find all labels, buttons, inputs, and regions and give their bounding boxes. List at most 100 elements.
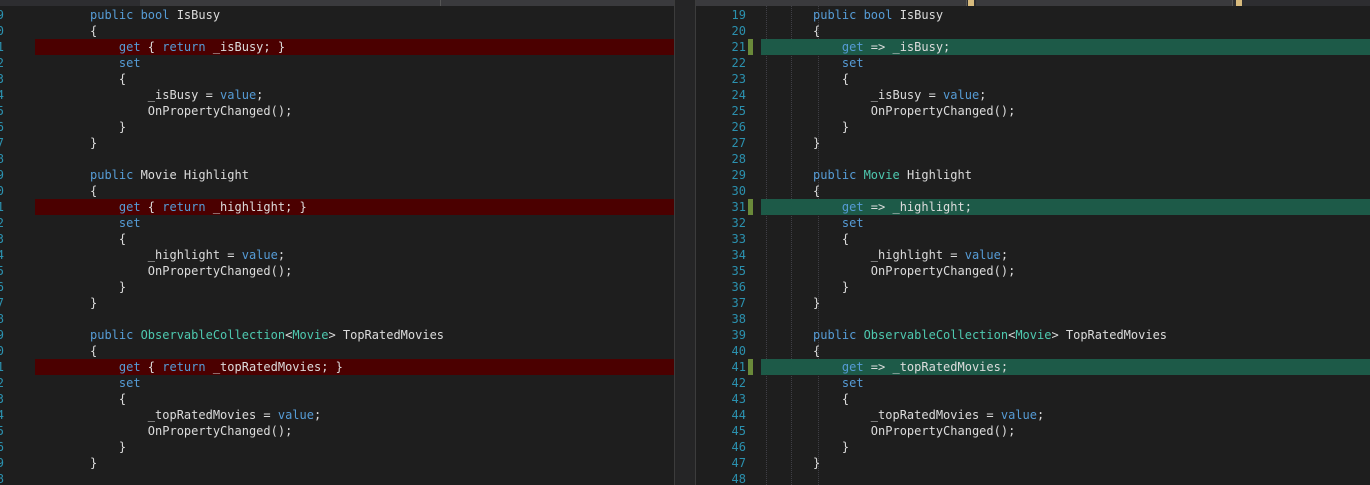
line-number: 40 [731,344,746,358]
code-line[interactable]: 7} [0,135,674,151]
code-line[interactable]: 0{ [0,183,674,199]
code-line[interactable]: 23 { [696,71,1370,87]
code-line[interactable]: 31 get => _highlight; [696,199,1370,215]
code-line[interactable]: 27} [696,135,1370,151]
code-line[interactable]: 1 get { return _topRatedMovies; } [0,359,674,375]
code-line[interactable]: 2 set [0,55,674,71]
code-line[interactable]: 3 { [0,231,674,247]
line-number: 9 [0,8,4,22]
code-text: public ObservableCollection<Movie> TopRa… [90,327,444,343]
code-token: _highlight = [813,248,965,262]
code-line[interactable]: 9} [0,455,674,471]
code-line[interactable]: 21 get => _isBusy; [696,39,1370,55]
code-line[interactable]: 5 OnPropertyChanged(); [0,423,674,439]
code-line[interactable]: 4 _topRatedMovies = value; [0,407,674,423]
code-line[interactable]: 24 _isBusy = value; [696,87,1370,103]
code-line[interactable]: 39 public ObservableCollection<Movie> Top… [696,327,1370,343]
code-line[interactable]: 33 { [696,231,1370,247]
code-line[interactable]: 42 set [696,375,1370,391]
code-line[interactable]: 0{ [0,343,674,359]
code-line[interactable]: 20 { [696,23,1370,39]
code-line[interactable]: 41 get => _topRatedMovies; [696,359,1370,375]
code-line[interactable]: 7} [0,295,674,311]
code-line[interactable]: 46 } [696,439,1370,455]
line-number: 0 [0,24,4,38]
code-token: OnPropertyChanged(); [90,104,293,118]
code-text: _topRatedMovies = value; [90,407,321,423]
code-line[interactable]: 25 OnPropertyChanged(); [696,103,1370,119]
code-text: public ObservableCollection<Movie> TopRa… [813,327,1167,343]
line-number: 48 [731,472,746,485]
code-line[interactable]: 47} [696,455,1370,471]
code-line[interactable]: 45 OnPropertyChanged(); [696,423,1370,439]
code-line[interactable]: 9 public Movie Highlight [0,167,674,183]
code-line[interactable]: 34 _highlight = value; [696,247,1370,263]
code-token: _isBusy = [90,88,221,102]
code-line[interactable]: 6 } [0,439,674,455]
code-token: } [813,280,850,294]
line-number: 34 [731,248,746,262]
code-line[interactable]: 3 { [0,71,674,87]
code-text: } [813,455,820,471]
code-line[interactable]: 6 } [0,279,674,295]
code-line[interactable]: 22 set [696,55,1370,71]
change-indicator-bar [748,39,753,55]
code-line[interactable]: 5 OnPropertyChanged(); [0,263,674,279]
code-line[interactable]: 8 [0,151,674,167]
code-token: => _highlight; [870,200,972,214]
code-line[interactable]: 1 get { return _isBusy; } [0,39,674,55]
code-line[interactable]: 32 set [696,215,1370,231]
code-line[interactable]: 4 _highlight = value; [0,247,674,263]
code-line[interactable]: 5 OnPropertyChanged(); [0,103,674,119]
code-line[interactable]: 35 OnPropertyChanged(); [696,263,1370,279]
code-line[interactable]: 36 } [696,279,1370,295]
code-token: ; [313,408,322,422]
line-number: 45 [731,424,746,438]
code-token: get [90,200,148,214]
code-text: } [90,135,97,151]
code-line[interactable]: 40 { [696,343,1370,359]
code-text: public bool IsBusy [813,7,943,23]
code-line[interactable]: 28 [696,151,1370,167]
line-number: 8 [0,152,4,166]
code-token: } [813,120,850,134]
line-number: 7 [0,296,4,310]
code-text: set [813,215,864,231]
code-line[interactable]: 44 _topRatedMovies = value; [696,407,1370,423]
diff-right-pane[interactable]: 19 public bool IsBusy 20 {21 get => _isBusy… [696,6,1370,485]
code-line[interactable]: 8 [0,311,674,327]
code-line[interactable]: 19 public bool IsBusy [696,7,1370,23]
line-number: 20 [731,24,746,38]
code-line[interactable]: 9 public ObservableCollection<Movie> TopR… [0,327,674,343]
code-text: } [90,295,97,311]
code-text: } [813,439,849,455]
line-number: 9 [0,168,4,182]
diff-left-pane[interactable]: 9 public bool IsBusy 0{1 get { return _isB… [0,6,674,485]
code-line[interactable]: 29 public Movie Highlight [696,167,1370,183]
code-line[interactable]: 30 { [696,183,1370,199]
code-line[interactable]: 43 { [696,391,1370,407]
code-token: { [90,392,127,406]
code-line[interactable]: 2 set [0,375,674,391]
code-line[interactable]: 37} [696,295,1370,311]
code-line[interactable]: 26 } [696,119,1370,135]
code-token: value [241,248,278,262]
code-token: value [277,408,314,422]
code-line[interactable]: 4 _isBusy = value; [0,87,674,103]
line-number: 41 [731,360,746,374]
line-number: 2 [0,56,4,70]
code-text: { [90,71,126,87]
code-token: set [813,216,864,230]
line-number: 4 [0,408,4,422]
line-number: 22 [731,56,746,70]
code-line[interactable]: 0{ [0,23,674,39]
code-line[interactable]: 1 get { return _highlight; } [0,199,674,215]
code-line[interactable]: 6 } [0,119,674,135]
code-line[interactable]: 8 [0,471,674,485]
code-line[interactable]: 3 { [0,391,674,407]
code-line[interactable]: 2 set [0,215,674,231]
code-line[interactable]: 48 [696,471,1370,485]
code-line[interactable]: 38 [696,311,1370,327]
code-line[interactable]: 9 public bool IsBusy [0,7,674,23]
code-token: return [162,200,213,214]
